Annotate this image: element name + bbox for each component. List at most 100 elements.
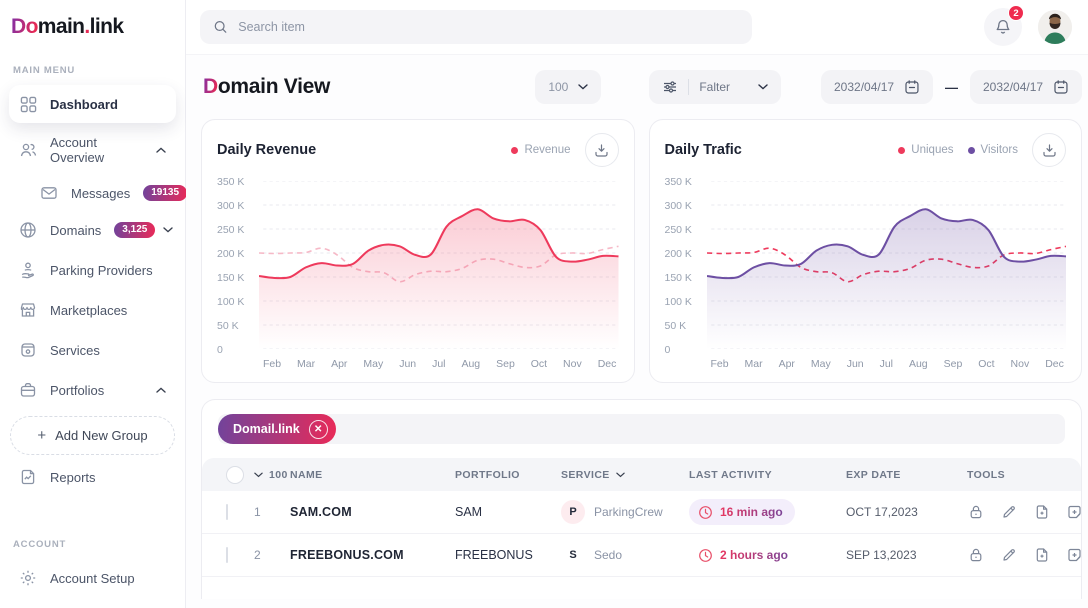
briefcase-icon (19, 381, 37, 399)
download-icon (594, 143, 609, 158)
sidebar: Domain.link MAIN MENU Dashboard Account … (0, 0, 186, 608)
add-file-tool-button[interactable] (1033, 503, 1051, 521)
filter-dropdown[interactable]: Falter (649, 70, 781, 104)
y-tick-label: 0 (217, 344, 223, 356)
x-tick-label: Apr (779, 358, 795, 370)
chevron-down-icon (163, 227, 173, 233)
page-size-select[interactable]: 100 (535, 70, 601, 104)
column-exp-date[interactable]: EXP DATE (846, 469, 967, 481)
domains-count-badge: 3,125 (114, 222, 155, 238)
x-tick-label: Oct (978, 358, 994, 370)
sidebar-item-account-overview[interactable]: Account Overview (9, 125, 176, 175)
clock-icon (698, 548, 713, 563)
legend-label: Revenue (524, 144, 570, 156)
row-checkbox[interactable] (226, 504, 228, 520)
people-icon (19, 141, 37, 159)
sidebar-item-messages[interactable]: Messages 19135 (32, 177, 176, 209)
x-tick-label: Mar (297, 358, 315, 370)
y-tick-label: 50 K (665, 320, 687, 332)
portfolio-name: SAM (455, 505, 561, 519)
date-from-picker[interactable]: 2032/04/17 (821, 70, 933, 104)
table-row[interactable]: 2 FREEBONUS.COM FREEBONUS S Sedo 2 hours… (202, 534, 1081, 577)
y-tick-label: 50 K (217, 320, 239, 332)
sidebar-item-portfolios[interactable]: Portfolios (9, 371, 176, 409)
chart-title: Daily Trafic (665, 142, 742, 158)
x-tick-label: Apr (331, 358, 347, 370)
edit-tool-button[interactable] (1000, 503, 1018, 521)
row-checkbox[interactable] (226, 547, 228, 563)
chevron-up-icon (156, 147, 166, 153)
x-tick-label: Jun (847, 358, 864, 370)
x-tick-label: Mar (745, 358, 763, 370)
calendar-icon (904, 79, 920, 95)
y-tick-label: 250 K (217, 224, 244, 236)
notifications-button[interactable]: 2 (984, 8, 1022, 46)
x-tick-label: Feb (711, 358, 729, 370)
y-tick-label: 200 K (665, 248, 692, 260)
sidebar-item-domains[interactable]: Domains 3,125 (9, 211, 176, 249)
add-file-tool-button[interactable] (1033, 546, 1051, 564)
x-tick-label: Oct (531, 358, 547, 370)
legend-label: Uniques (911, 144, 953, 156)
services-icon (19, 341, 37, 359)
x-axis-labels: FebMarAprMayJunJulAugSepOctNovDec (217, 349, 619, 372)
legend-item: Visitors (968, 144, 1019, 156)
sidebar-item-parking-providers[interactable]: Parking Providers (9, 251, 176, 289)
table-row[interactable]: 1 SAM.COM SAM P ParkingCrew 16 min ago O… (202, 491, 1081, 534)
user-avatar[interactable] (1038, 10, 1072, 44)
sidebar-item-label: Domains (50, 223, 101, 238)
column-count[interactable]: 100 (254, 469, 290, 481)
x-tick-label: May (811, 358, 831, 370)
logo-part-gradient: Do (11, 15, 38, 38)
remove-filter-icon[interactable]: ✕ (309, 420, 328, 439)
service-name: Sedo (594, 548, 622, 562)
column-service[interactable]: SERVICE (561, 469, 689, 481)
y-tick-label: 300 K (217, 200, 244, 212)
sidebar-item-services[interactable]: Services (9, 331, 176, 369)
topbar: 2 (186, 0, 1088, 55)
y-tick-label: 350 K (665, 176, 692, 188)
y-tick-label: 250 K (665, 224, 692, 236)
x-tick-label: Dec (1045, 358, 1064, 370)
sidebar-item-reports[interactable]: Reports (9, 458, 176, 496)
export-note-tool-button[interactable] (1066, 503, 1084, 521)
date-to-picker[interactable]: 2032/04/17 (970, 70, 1082, 104)
column-portfolio[interactable]: PORTFOLIO (455, 469, 561, 481)
report-icon (19, 468, 37, 486)
edit-tool-button[interactable] (1000, 546, 1018, 564)
chart-title: Daily Revenue (217, 142, 316, 158)
select-all-checkbox[interactable] (226, 466, 244, 484)
export-note-tool-button[interactable] (1066, 546, 1084, 564)
legend-dot-icon (898, 147, 905, 154)
exp-date: OCT 17,2023 (846, 505, 967, 519)
sidebar-item-label: Services (50, 343, 100, 358)
filter-chip-domail-link[interactable]: Domail.link ✕ (218, 414, 336, 444)
sidebar-item-report-a-bug[interactable]: Report a Bug (9, 599, 176, 608)
sidebar-item-account-setup[interactable]: Account Setup (9, 559, 176, 597)
sidebar-item-label: Marketplaces (50, 303, 127, 318)
lock-tool-button[interactable] (967, 503, 985, 521)
x-tick-label: Sep (944, 358, 963, 370)
series-area-fill (707, 209, 1067, 349)
chart-legend: Uniques Visitors (898, 144, 1018, 156)
y-axis-labels: 350 K300 K250 K200 K150 K100 K50 K0 (217, 181, 259, 349)
service-cell: S Sedo (561, 543, 689, 567)
download-chart-button[interactable] (1032, 133, 1066, 167)
x-tick-label: Nov (563, 358, 582, 370)
column-last-activity[interactable]: LAST ACTIVITY (689, 469, 846, 481)
column-name[interactable]: NAME (290, 469, 455, 481)
storefront-icon (19, 301, 37, 319)
sidebar-item-label: Dashboard (50, 97, 118, 112)
y-tick-label: 0 (665, 344, 671, 356)
chart-canvas (259, 181, 619, 349)
filter-chip-label: Domail.link (233, 422, 300, 436)
sidebar-item-marketplaces[interactable]: Marketplaces (9, 291, 176, 329)
search-input[interactable] (238, 20, 739, 34)
daily-trafic-chart-card: Daily Trafic UniquesVisitors 350 K300 K2… (649, 119, 1083, 383)
download-chart-button[interactable] (585, 133, 619, 167)
row-number: 1 (254, 505, 290, 519)
sidebar-item-dashboard[interactable]: Dashboard (9, 85, 176, 123)
add-new-group-button[interactable]: + Add New Group (10, 416, 175, 455)
lock-tool-button[interactable] (967, 546, 985, 564)
search-bar[interactable] (200, 10, 752, 44)
